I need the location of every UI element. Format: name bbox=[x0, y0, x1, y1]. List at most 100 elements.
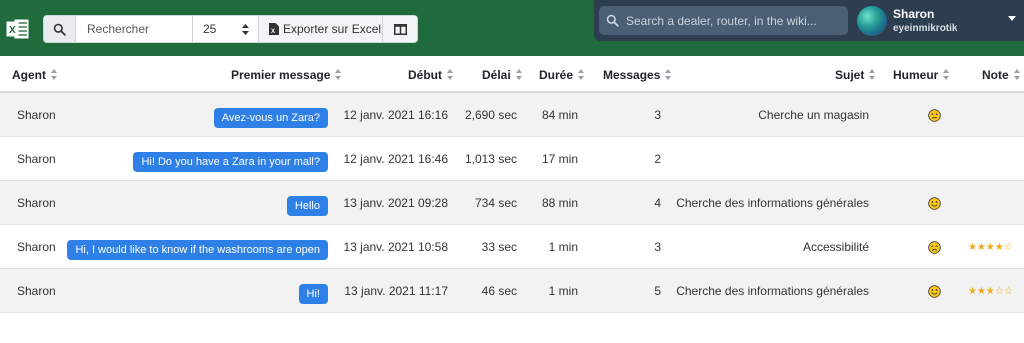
subject-cell: Cherche des informations générales bbox=[676, 284, 869, 298]
column-header-agent[interactable]: Agent bbox=[12, 56, 58, 93]
duration-cell: 88 min bbox=[541, 196, 578, 210]
caret-down-icon[interactable] bbox=[1008, 16, 1016, 21]
agent-cell: Sharon bbox=[17, 152, 56, 166]
select-arrows-icon bbox=[242, 23, 249, 35]
column-header-delay[interactable]: Délai bbox=[482, 56, 523, 93]
sort-icon bbox=[869, 69, 876, 80]
search-icon bbox=[53, 23, 66, 36]
columns-icon bbox=[393, 23, 407, 35]
mood-cell bbox=[928, 269, 941, 313]
start-cell: 13 janv. 2021 09:28 bbox=[343, 196, 448, 210]
message-bubble[interactable]: Hi! bbox=[298, 283, 328, 304]
table-row[interactable]: Sharon Hello 13 janv. 2021 09:28 734 sec… bbox=[0, 181, 1024, 225]
sort-icon bbox=[515, 69, 523, 80]
column-label: Note bbox=[982, 67, 1009, 82]
agent-cell: Sharon bbox=[17, 196, 56, 210]
avatar[interactable] bbox=[857, 6, 887, 36]
start-cell: 12 janv. 2021 16:46 bbox=[343, 152, 448, 166]
column-header-duration[interactable]: Durée bbox=[539, 56, 585, 93]
message-bubble[interactable]: Hi! Do you have a Zara in your mall? bbox=[133, 151, 328, 172]
start-cell: 13 janv. 2021 11:17 bbox=[344, 284, 448, 298]
column-header-rating[interactable]: Note bbox=[982, 56, 1021, 93]
column-header-messages[interactable]: Messages bbox=[603, 56, 672, 93]
rating-stars: ★★★☆☆ bbox=[968, 285, 1013, 297]
messages-cell: 5 bbox=[654, 284, 661, 298]
message-bubble[interactable]: Hello bbox=[286, 195, 328, 216]
delay-cell: 1,013 sec bbox=[464, 152, 517, 166]
wiki-search-box[interactable] bbox=[599, 6, 848, 35]
subject-cell: Accessibilité bbox=[802, 240, 869, 254]
table-header: Agent Premier message Début Délai Durée … bbox=[0, 56, 1024, 93]
columns-toggle-button[interactable] bbox=[383, 16, 417, 42]
file-excel-icon: X bbox=[269, 23, 279, 35]
export-label: Exporter sur Excel bbox=[283, 22, 382, 36]
sort-icon bbox=[1013, 69, 1021, 80]
excel-logo-icon[interactable]: X bbox=[6, 18, 30, 40]
rating-stars: ★★★★☆ bbox=[968, 241, 1013, 253]
first-message-cell: Hi! Do you have a Zara in your mall? bbox=[100, 137, 328, 181]
subject-cell bbox=[670, 137, 869, 181]
page-size-value: 25 bbox=[203, 22, 217, 36]
page-size-select[interactable]: 25 bbox=[193, 16, 259, 42]
column-label: Messages bbox=[603, 67, 661, 82]
column-label: Premier message bbox=[231, 67, 331, 82]
subject-cell: Cherche des informations générales bbox=[676, 196, 869, 210]
mood-cell bbox=[928, 93, 941, 137]
sort-icon bbox=[335, 69, 342, 80]
mood-cell bbox=[928, 181, 941, 225]
messages-cell: 3 bbox=[654, 240, 661, 254]
column-label: Sujet bbox=[835, 67, 865, 82]
duration-cell: 1 min bbox=[548, 240, 578, 254]
agent-cell: Sharon bbox=[17, 284, 56, 298]
crying-face-icon bbox=[928, 240, 941, 254]
rating-cell: ★★★☆☆ bbox=[968, 269, 1013, 313]
first-message-cell: Hi! bbox=[100, 269, 328, 313]
message-bubble[interactable]: Hi, I would like to know if the washroom… bbox=[67, 239, 328, 260]
search-input[interactable] bbox=[76, 16, 193, 42]
delay-cell: 46 sec bbox=[481, 284, 517, 298]
duration-cell: 84 min bbox=[541, 108, 578, 122]
svg-text:X: X bbox=[271, 29, 275, 35]
start-cell: 12 janv. 2021 16:16 bbox=[343, 108, 448, 122]
sort-icon bbox=[51, 69, 58, 80]
column-label: Délai bbox=[482, 67, 511, 82]
column-header-first-message[interactable]: Premier message bbox=[231, 56, 342, 93]
column-label: Agent bbox=[12, 67, 46, 82]
message-bubble[interactable]: Avez-vous un Zara? bbox=[213, 107, 328, 128]
wiki-search-input[interactable] bbox=[626, 13, 846, 28]
column-label: Début bbox=[408, 67, 442, 82]
table-row[interactable]: Sharon Hi! Do you have a Zara in your ma… bbox=[0, 137, 1024, 181]
delay-cell: 734 sec bbox=[474, 196, 517, 210]
duration-cell: 1 min bbox=[548, 284, 578, 298]
subject-cell: Cherche un magasin bbox=[758, 108, 869, 122]
messages-cell: 2 bbox=[654, 152, 661, 166]
start-cell: 13 janv. 2021 10:58 bbox=[343, 240, 448, 254]
search-icon bbox=[606, 14, 619, 27]
sort-icon bbox=[665, 69, 672, 80]
table-row[interactable]: Sharon Hi, I would like to know if the w… bbox=[0, 225, 1024, 269]
table-row[interactable]: Sharon Hi! 13 janv. 2021 11:17 46 sec 1 … bbox=[0, 269, 1024, 313]
user-name[interactable]: Sharon bbox=[893, 7, 934, 21]
user-handle: eyeinmikrotik bbox=[893, 23, 958, 34]
agent-cell: Sharon bbox=[17, 108, 56, 122]
rating-cell: ★★★★☆ bbox=[968, 225, 1013, 269]
sort-icon bbox=[578, 69, 585, 80]
table-row[interactable]: Sharon Avez-vous un Zara? 12 janv. 2021 … bbox=[0, 93, 1024, 137]
neutral-face-icon bbox=[928, 108, 941, 122]
messages-cell: 3 bbox=[654, 108, 661, 122]
column-header-mood[interactable]: Humeur bbox=[893, 56, 950, 93]
mood-cell bbox=[928, 225, 941, 269]
agent-cell: Sharon bbox=[17, 240, 56, 254]
delay-cell: 2,690 sec bbox=[464, 108, 517, 122]
search-button[interactable] bbox=[44, 16, 76, 42]
column-header-subject[interactable]: Sujet bbox=[835, 56, 876, 93]
first-message-cell: Avez-vous un Zara? bbox=[100, 93, 328, 137]
first-message-cell: Hi, I would like to know if the washroom… bbox=[60, 225, 328, 269]
column-header-start[interactable]: Début bbox=[408, 56, 454, 93]
first-message-cell: Hello bbox=[100, 181, 328, 225]
smiling-face-icon bbox=[928, 196, 941, 210]
export-excel-button[interactable]: X Exporter sur Excel bbox=[259, 16, 383, 42]
messages-cell: 4 bbox=[654, 196, 661, 210]
delay-cell: 33 sec bbox=[481, 240, 517, 254]
duration-cell: 17 min bbox=[541, 152, 578, 166]
